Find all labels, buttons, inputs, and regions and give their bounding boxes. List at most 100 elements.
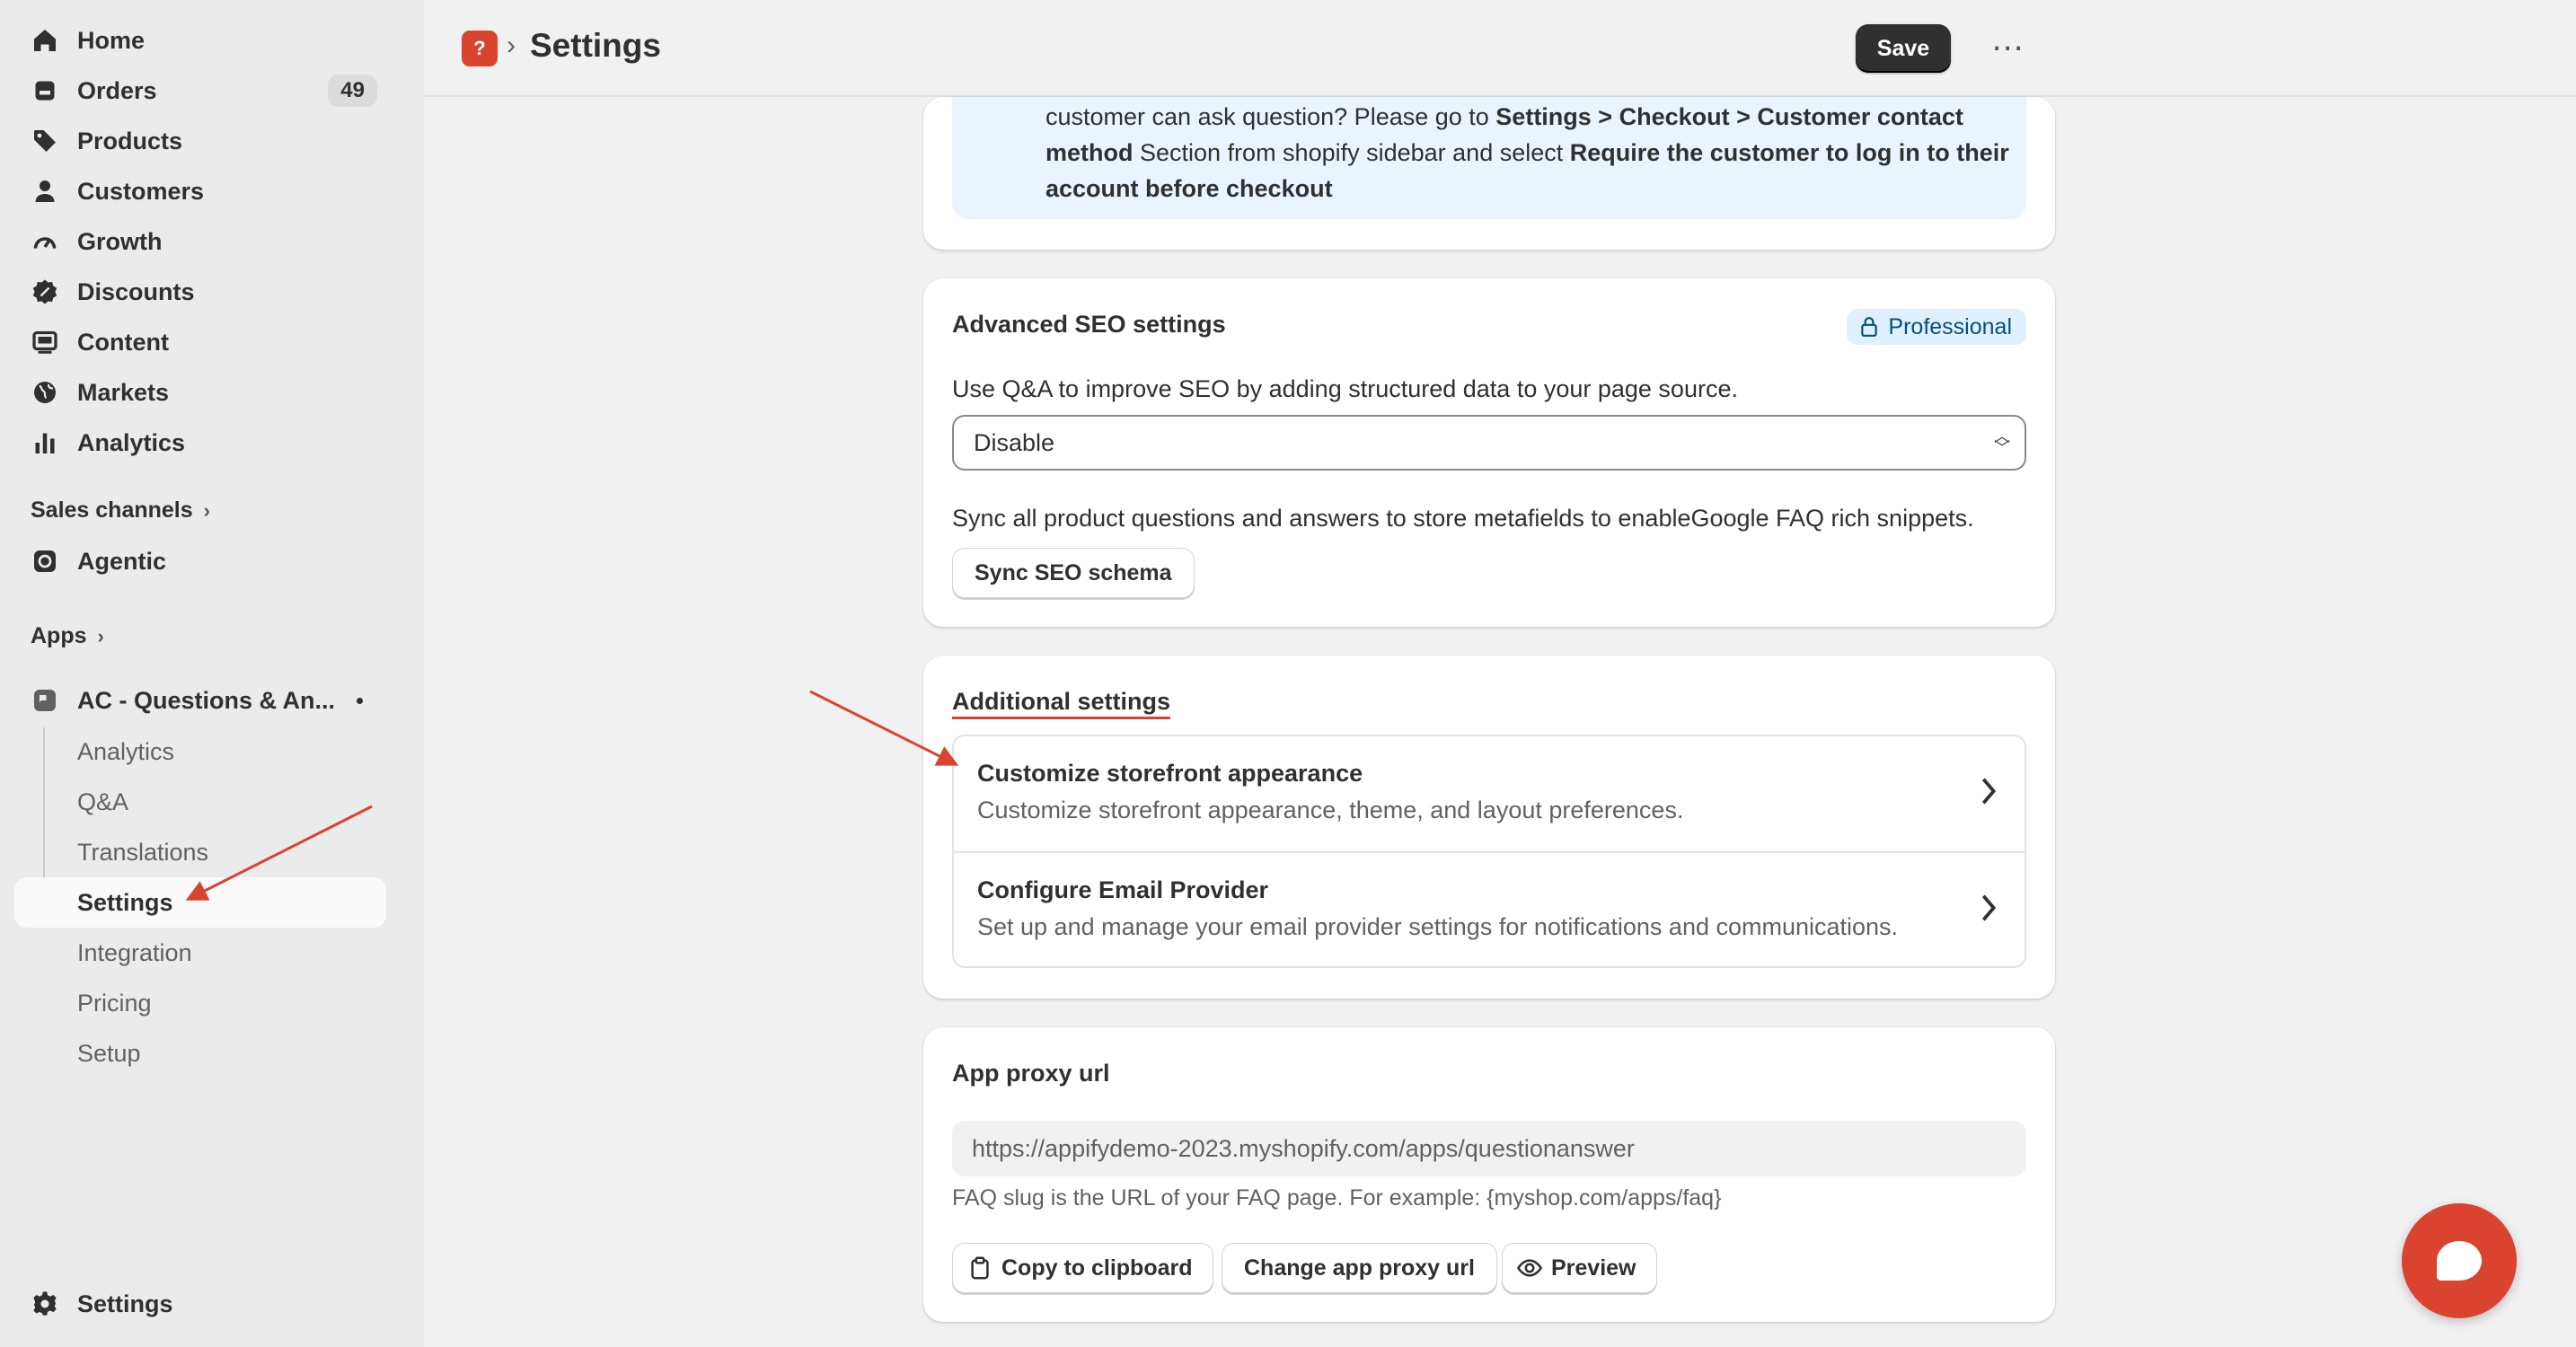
apps-header[interactable]: Apps › xyxy=(31,623,104,649)
apps-label: Apps xyxy=(31,623,87,648)
sidebar-item-label: Orders xyxy=(77,76,157,104)
sidebar-item-settings[interactable]: Settings xyxy=(14,1279,386,1329)
discount-icon xyxy=(31,277,59,306)
row-title: Configure Email Provider xyxy=(977,876,1269,903)
page-header: ? › Settings Save ⋯ xyxy=(424,0,2576,97)
sidebar-item-home[interactable]: Home xyxy=(14,15,386,66)
additional-settings-card: Additional settings Customize storefront… xyxy=(923,656,2055,999)
sidebar-subitem-integration[interactable]: Integration xyxy=(14,928,386,978)
sidebar-item-products[interactable]: Products xyxy=(14,116,386,166)
info-text-bold3: Require the customer to log in to their xyxy=(1569,139,2009,166)
row-title: Customize storefront appearance xyxy=(977,760,1363,787)
select-value: Disable xyxy=(974,428,1055,456)
chevron-right-icon: › xyxy=(203,498,210,522)
card-title: Advanced SEO settings xyxy=(952,311,1226,338)
sidebar: Home Orders 49 Products Customers Growth… xyxy=(0,0,424,1347)
lock-icon xyxy=(1861,317,1878,337)
sidebar-item-app[interactable]: AC - Questions & An... xyxy=(14,675,386,726)
pin-dot-icon xyxy=(357,698,363,704)
sidebar-item-label: Discounts xyxy=(77,277,195,305)
advanced-seo-card: Advanced SEO settings Professional Use Q… xyxy=(923,278,2055,627)
app-proxy-url-field[interactable]: https://appifydemo-2023.myshopify.com/ap… xyxy=(952,1121,2026,1176)
sidebar-item-customers[interactable]: Customers xyxy=(14,166,386,216)
sidebar-item-label: Content xyxy=(77,328,169,356)
orders-count-badge: 49 xyxy=(328,75,377,107)
sidebar-item-label: Markets xyxy=(77,378,170,406)
configure-email-provider-row[interactable]: Configure Email Provider Set up and mana… xyxy=(954,851,2025,966)
globe-icon xyxy=(31,378,59,407)
agentic-icon xyxy=(31,547,59,576)
sales-channels-header[interactable]: Sales channels › xyxy=(31,497,210,524)
save-button[interactable]: Save xyxy=(1856,24,1951,73)
badge-label: Professional xyxy=(1888,313,2012,339)
chat-launcher-button[interactable] xyxy=(2402,1203,2517,1318)
content-icon xyxy=(31,328,59,357)
info-text-bold2: method xyxy=(1045,139,1134,166)
home-icon xyxy=(31,26,59,55)
sidebar-item-markets[interactable]: Markets xyxy=(14,367,386,418)
sidebar-item-label: Analytics xyxy=(77,428,186,456)
info-text-line1: customer can ask question? Please go to xyxy=(1045,103,1496,130)
seo-mode-select[interactable]: Disable ︿ ﹀ xyxy=(952,415,2026,471)
row-subtitle: Customize storefront appearance, theme, … xyxy=(977,797,1684,823)
sync-seo-schema-button[interactable]: Sync SEO schema xyxy=(952,548,1195,598)
info-text: customer can ask question? Please go to … xyxy=(1045,99,2033,207)
chevron-right-icon xyxy=(1981,894,1997,921)
proxy-hint: FAQ slug is the URL of your FAQ page. Fo… xyxy=(952,1185,1722,1211)
sales-channels-label: Sales channels xyxy=(31,497,193,523)
tag-icon xyxy=(31,127,59,155)
professional-badge: Professional xyxy=(1847,309,2026,345)
chevron-right-icon xyxy=(1981,778,1997,805)
customer-login-info-card: customer can ask question? Please go to … xyxy=(923,97,2055,250)
copy-to-clipboard-button[interactable]: Copy to clipboard xyxy=(952,1243,1213,1293)
gauge-icon xyxy=(31,227,59,256)
card-title: Additional settings xyxy=(952,688,1170,715)
clipboard-icon xyxy=(971,1256,989,1280)
sidebar-subitem-settings[interactable]: Settings xyxy=(14,877,386,928)
more-actions-icon[interactable]: ⋯ xyxy=(1991,29,2025,66)
page-title: Settings xyxy=(530,27,661,64)
info-banner: customer can ask question? Please go to … xyxy=(952,97,2026,219)
sidebar-subitem-analytics[interactable]: Analytics xyxy=(14,726,386,777)
eye-icon xyxy=(1517,1259,1542,1277)
sidebar-item-label: Agentic xyxy=(77,547,167,575)
sidebar-item-discounts[interactable]: Discounts xyxy=(14,267,386,317)
sidebar-subitem-setup[interactable]: Setup xyxy=(14,1028,386,1078)
person-icon xyxy=(31,177,59,206)
info-text-bold1: Settings > Checkout > Customer contact xyxy=(1495,103,1963,130)
app-logo-icon[interactable]: ? xyxy=(462,31,498,66)
sidebar-item-label: Settings xyxy=(77,1290,173,1317)
orders-icon xyxy=(31,76,59,105)
sidebar-item-label: Customers xyxy=(77,177,205,205)
bar-chart-icon xyxy=(31,428,59,457)
sidebar-item-orders[interactable]: Orders 49 xyxy=(14,66,386,116)
settings-list: Customize storefront appearance Customiz… xyxy=(952,735,2026,968)
sidebar-item-label: Products xyxy=(77,127,183,154)
sync-description: Sync all product questions and answers t… xyxy=(952,505,1974,532)
info-text-bold4: account before checkout xyxy=(1045,175,1333,202)
sidebar-item-agentic[interactable]: Agentic xyxy=(14,536,386,586)
breadcrumb-separator-icon: › xyxy=(507,31,516,60)
sidebar-subitem-qa[interactable]: Q&A xyxy=(14,777,386,827)
button-label: Preview xyxy=(1551,1255,1636,1281)
card-title: App proxy url xyxy=(952,1060,1110,1087)
seo-description: Use Q&A to improve SEO by adding structu… xyxy=(952,375,1738,402)
chevron-right-icon: › xyxy=(97,624,104,647)
button-label: Copy to clipboard xyxy=(1001,1255,1193,1281)
chat-bubble-icon xyxy=(2437,1241,2482,1281)
sidebar-item-label: Home xyxy=(77,26,146,54)
select-arrows-icon: ︿ ﹀ xyxy=(1994,427,2010,457)
app-proxy-card: App proxy url https://appifydemo-2023.my… xyxy=(923,1027,2055,1322)
sidebar-item-label: AC - Questions & An... xyxy=(77,686,336,714)
sidebar-item-analytics[interactable]: Analytics xyxy=(14,418,386,468)
sidebar-item-content[interactable]: Content xyxy=(14,317,386,367)
sidebar-subitem-pricing[interactable]: Pricing xyxy=(14,978,386,1028)
preview-button[interactable]: Preview xyxy=(1502,1243,1657,1293)
customize-storefront-row[interactable]: Customize storefront appearance Customiz… xyxy=(954,736,2025,851)
change-app-proxy-url-button[interactable]: Change app proxy url xyxy=(1222,1243,1497,1293)
sidebar-subitem-translations[interactable]: Translations xyxy=(14,827,386,877)
sidebar-item-growth[interactable]: Growth xyxy=(14,216,386,267)
row-subtitle: Set up and manage your email provider se… xyxy=(977,913,1899,940)
gear-icon xyxy=(31,1290,59,1318)
app-icon xyxy=(31,686,59,715)
